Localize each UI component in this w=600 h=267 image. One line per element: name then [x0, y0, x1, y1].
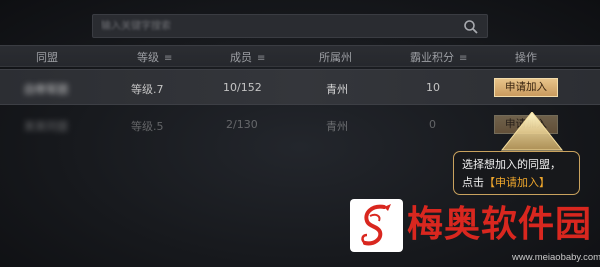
alliance-level: 等级.5: [131, 120, 164, 133]
callout-line-2: 点击【申请加入】: [462, 174, 579, 192]
sort-icon[interactable]: ≡: [164, 53, 172, 64]
table-row[interactable]: 白帝军团 等级.7 10/152 青州 10 申请加入: [0, 69, 600, 105]
header-action: 操作: [515, 51, 537, 64]
callout-highlight-text: 【申请加入】: [484, 176, 550, 189]
header-score[interactable]: 霸业积分 ≡: [410, 49, 467, 65]
header-members[interactable]: 成员 ≡: [230, 49, 265, 65]
search-bar: [92, 14, 488, 38]
header-members-label: 成员: [230, 51, 252, 64]
alliance-members: 2/130: [226, 118, 258, 131]
alliance-state: 青州: [326, 83, 348, 96]
sort-icon[interactable]: ≡: [459, 53, 467, 64]
table-header: 同盟 等级 ≡ 成员 ≡ 所属州 霸业积分 ≡ 操作: [0, 45, 600, 67]
alliance-level: 等级.7: [131, 83, 164, 96]
alliance-score: 0: [429, 118, 436, 131]
header-alliance: 同盟: [36, 51, 58, 64]
sort-icon[interactable]: ≡: [257, 53, 265, 64]
alliance-name: 白帝军团: [24, 83, 68, 96]
header-state: 所属州: [319, 51, 352, 64]
header-level-label: 等级: [137, 51, 159, 64]
apply-join-button[interactable]: 申请加入: [494, 78, 558, 97]
alliance-score: 10: [426, 81, 440, 94]
watermark-brand: 梅奥软件园: [407, 204, 593, 245]
highlight-arrow-icon: [500, 112, 564, 151]
alliance-state: 青州: [326, 120, 348, 133]
alliance-name: 某某同盟: [24, 120, 68, 133]
tutorial-callout: 选择想加入的同盟， 点击【申请加入】: [453, 151, 580, 195]
search-input[interactable]: [101, 18, 441, 35]
watermark-url: www.meiaobaby.com: [512, 252, 600, 263]
callout-line-1: 选择想加入的同盟，: [462, 158, 561, 171]
header-level[interactable]: 等级 ≡: [137, 49, 172, 65]
header-score-label: 霸业积分: [410, 51, 454, 64]
dragon-logo-icon: [350, 199, 403, 252]
search-icon[interactable]: [463, 19, 479, 35]
alliance-members: 10/152: [223, 81, 262, 94]
callout-prefix: 点击: [462, 176, 484, 189]
